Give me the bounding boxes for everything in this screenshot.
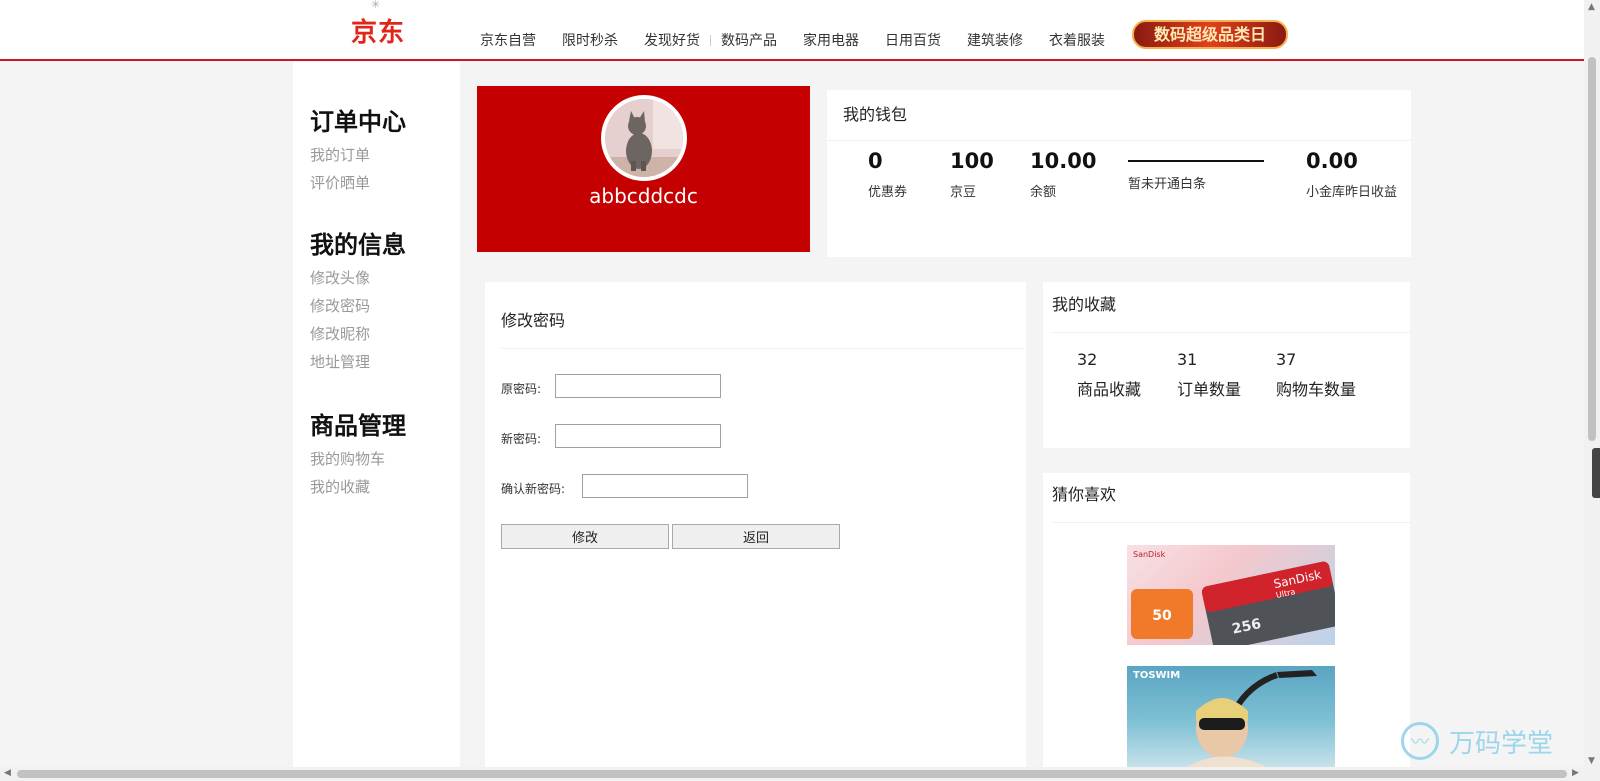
fav-label: 购物车数量 [1276,380,1357,399]
watermark: 〰 万码学堂 [1401,722,1553,760]
watermark-text: 万码学堂 [1449,728,1554,759]
wallet-dash [1128,160,1264,162]
top-header: ✳ 京东 京东自营 限时秒杀 发现好货 数码产品 家用电器 日用百货 建筑装修 … [0,0,1584,61]
nav-item-digital[interactable]: 数码产品 [721,30,777,50]
nav-item-appliances[interactable]: 家用电器 [803,30,859,50]
main-nav: 京东自营 限时秒杀 发现好货 数码产品 家用电器 日用百货 建筑装修 衣着服装 [480,30,1131,50]
fav-cart[interactable]: 37 购物车数量 [1276,350,1356,400]
nav-item-building[interactable]: 建筑装修 [967,30,1023,50]
profile-card: abbcddcdc [477,86,810,252]
logo-spark-icon: ✳ [371,0,381,11]
side-float-tab[interactable] [1592,448,1600,498]
nav-item-discover[interactable]: 发现好货 [644,30,700,50]
scroll-down-icon[interactable]: ▼ [1588,756,1595,766]
fav-label: 商品收藏 [1077,380,1142,399]
confirm-password-label: 确认新密码: [501,482,566,496]
wallet-value: 10.00 [1030,149,1097,173]
wallet-label: 暂未开通白条 [1128,177,1207,192]
confirm-password-input[interactable] [582,474,748,498]
scroll-up-icon[interactable]: ▲ [1588,2,1595,12]
nav-item-self-operated[interactable]: 京东自营 [480,30,536,50]
sidebar-group-products: 商品管理 我的购物车 我的收藏 [310,406,406,501]
vertical-scrollbar[interactable]: ▲ ▼ [1584,0,1600,781]
fav-orders[interactable]: 31 订单数量 [1177,350,1241,400]
new-password-input[interactable] [555,424,721,448]
wallet-balance[interactable]: 10.00 余额 [1030,149,1096,200]
sidebar-link-my-orders[interactable]: 我的订单 [310,141,406,169]
wallet-vault[interactable]: 0.00 小金库昨日收益 [1306,149,1397,200]
back-button[interactable]: 返回 [672,524,840,549]
recommend-title: 猜你喜欢 [1052,485,1117,504]
sandisk-brand-small: SanDisk [1133,550,1166,559]
sidebar-link-favorites[interactable]: 我的收藏 [310,473,406,501]
vertical-scroll-thumb[interactable] [1588,57,1596,441]
wallet-label: 小金库昨日收益 [1306,185,1398,200]
wallet-value: 0 [868,149,883,173]
fav-value: 32 [1077,350,1098,369]
password-divider [501,348,1025,349]
sidebar-group-my-info: 我的信息 修改头像 修改密码 修改昵称 地址管理 [310,225,406,376]
product-image-toswim[interactable]: TOSWIM [1127,666,1335,767]
sidebar-link-change-password[interactable]: 修改密码 [310,292,406,320]
old-password-input[interactable] [555,374,721,398]
fav-label: 订单数量 [1177,380,1242,399]
scroll-left-icon[interactable]: ◀ [4,768,11,778]
snorkel-product-icon: TOSWIM [1133,670,1317,767]
recommend-divider [1052,522,1410,523]
new-password-label: 新密码: [501,432,542,446]
username: abbcddcdc [589,184,698,208]
product-image-sandisk[interactable]: SanDisk 50 SanDisk Ultra 256 [1127,545,1335,645]
sidebar: 订单中心 我的订单 评价晒单 我的信息 修改头像 修改密码 修改昵称 地址管理 … [293,62,460,767]
favorites-title: 我的收藏 [1052,295,1117,314]
sidebar-group-title: 我的信息 [310,231,406,259]
watermark-logo-icon: 〰 [1401,722,1439,760]
submit-button[interactable]: 修改 [501,524,669,549]
nav-item-daily-goods[interactable]: 日用百货 [885,30,941,50]
avatar[interactable] [601,95,687,181]
wallet-value: 100 [950,149,994,173]
sidebar-group-title: 商品管理 [310,412,406,440]
sidebar-group-title: 订单中心 [310,108,406,136]
wallet-title: 我的钱包 [843,105,908,124]
fav-value: 37 [1276,350,1297,369]
fav-products[interactable]: 32 商品收藏 [1077,350,1141,400]
horizontal-scrollbar[interactable]: ◀ ▶ [0,767,1584,781]
wallet-label: 京豆 [950,185,977,200]
old-password-label: 原密码: [501,382,542,396]
promo-number: 50 [1152,608,1172,624]
horizontal-scroll-thumb[interactable] [17,770,1567,778]
nav-item-clothing[interactable]: 衣着服装 [1049,30,1105,50]
nav-divider [710,34,711,46]
cat-avatar-icon [605,99,683,177]
sidebar-link-reviews[interactable]: 评价晒单 [310,169,406,197]
wallet-coupons[interactable]: 0 优惠券 [868,149,907,200]
scroll-right-icon[interactable]: ▶ [1572,768,1579,778]
wallet-baitiao[interactable]: 暂未开通白条 [1128,149,1264,192]
favorites-divider [1052,332,1410,333]
wallet-value: 0.00 [1306,149,1358,173]
wallet-label: 余额 [1030,185,1057,200]
password-panel-title: 修改密码 [501,311,566,330]
sidebar-link-change-nickname[interactable]: 修改昵称 [310,320,406,348]
promo-banner[interactable]: 数码超级品类日 [1132,20,1288,49]
fav-value: 31 [1177,350,1198,369]
toswim-brand: TOSWIM [1133,670,1180,681]
sidebar-link-cart[interactable]: 我的购物车 [310,445,406,473]
sidebar-link-address[interactable]: 地址管理 [310,348,406,376]
wallet-label: 优惠券 [868,185,908,200]
wallet-jingdou[interactable]: 100 京豆 [950,149,994,200]
sandisk-card-icon: SanDisk 50 SanDisk Ultra 256 [1131,550,1335,645]
jd-logo[interactable]: 京东 [351,12,405,49]
wallet-divider [827,140,1411,141]
sidebar-link-change-avatar[interactable]: 修改头像 [310,264,406,292]
nav-item-flash-sale[interactable]: 限时秒杀 [562,30,618,50]
sidebar-group-orders: 订单中心 我的订单 评价晒单 [310,102,406,197]
